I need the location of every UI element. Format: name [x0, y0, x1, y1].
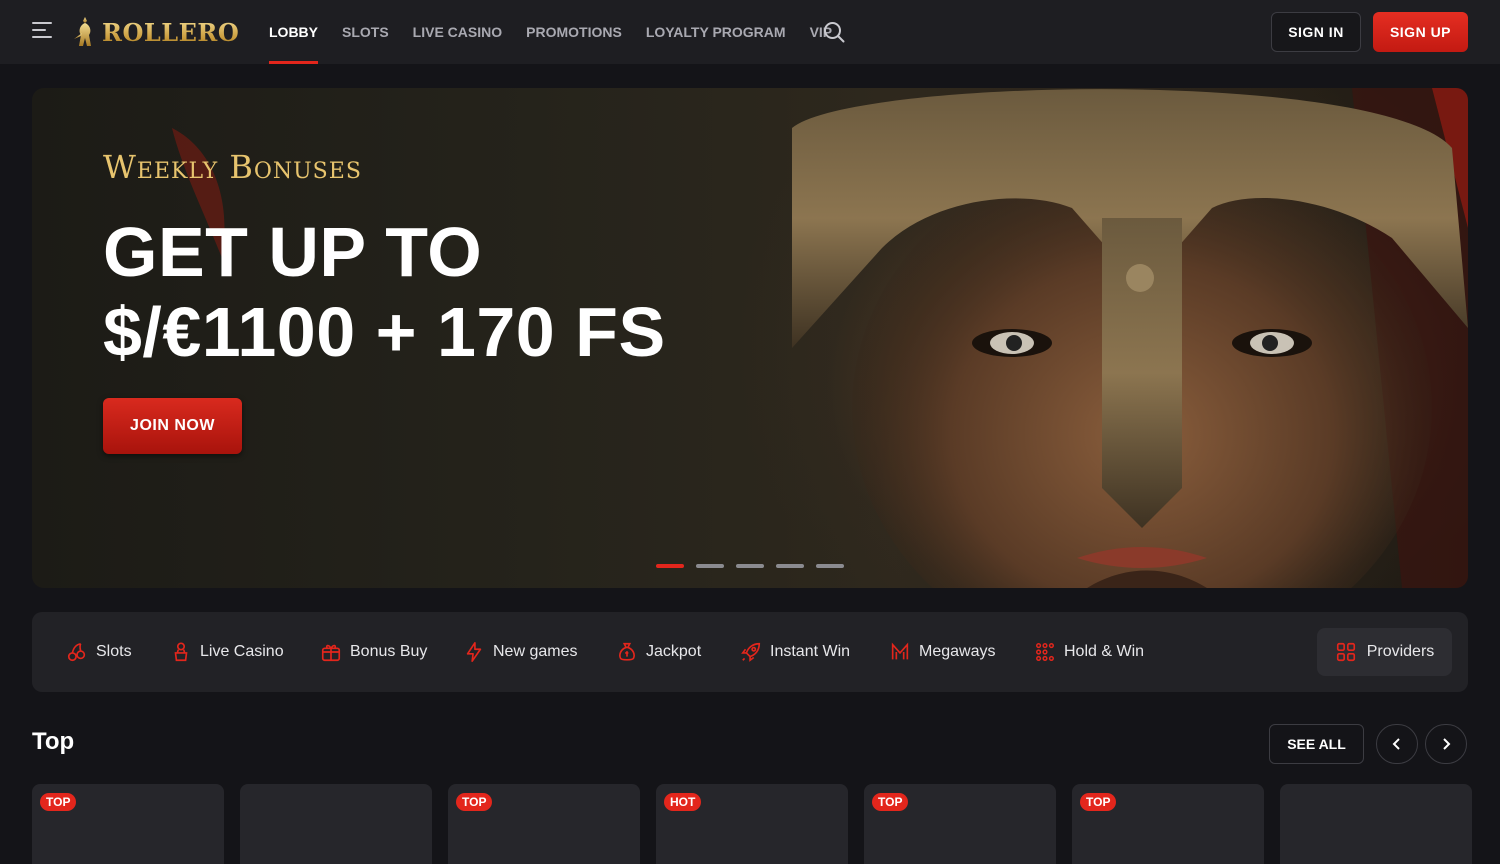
- money-bag-icon: [619, 642, 635, 661]
- main-nav: LOBBY SLOTS LIVE CASINO PROMOTIONS LOYAL…: [269, 0, 832, 64]
- game-card[interactable]: TOP: [1072, 784, 1264, 864]
- game-card[interactable]: HOT: [656, 784, 848, 864]
- section-title: Top: [32, 728, 75, 755]
- providers-button[interactable]: Providers: [1317, 628, 1452, 676]
- game-badge: TOP: [40, 793, 77, 811]
- chevron-right-icon: [1443, 738, 1451, 750]
- category-label: Hold & Win: [1064, 643, 1145, 660]
- logo-figure-icon: [74, 17, 91, 46]
- game-badge: TOP: [1080, 793, 1117, 811]
- carousel-dot[interactable]: [736, 564, 764, 568]
- nav-slots[interactable]: SLOTS: [342, 0, 389, 64]
- logo[interactable]: ROLLERO: [72, 14, 239, 50]
- category-instant-win[interactable]: Instant Win: [740, 636, 850, 668]
- nav-live-casino[interactable]: LIVE CASINO: [413, 0, 502, 64]
- hero-title: GET UP TO $/€1100 + 170 FS: [103, 212, 666, 372]
- category-slots[interactable]: Slots: [66, 636, 132, 668]
- category-label: Instant Win: [770, 643, 851, 660]
- sign-up-button[interactable]: SIGN UP: [1373, 12, 1468, 52]
- category-hold-and-win[interactable]: Hold & Win: [1034, 636, 1144, 668]
- search-icon[interactable]: [822, 20, 846, 44]
- game-card[interactable]: TOP: [32, 784, 224, 864]
- carousel-dot[interactable]: [816, 564, 844, 568]
- chevron-left-icon: [1392, 738, 1400, 750]
- rocket-icon: [741, 642, 761, 662]
- carousel-dots: [656, 564, 844, 568]
- game-badge: HOT: [664, 793, 702, 811]
- see-all-button[interactable]: SEE ALL: [1269, 724, 1364, 764]
- category-bar: Slots Live Casino Bonus Buy New games Ja…: [32, 612, 1468, 692]
- hero-title-line-1: GET UP TO: [103, 213, 483, 291]
- category-megaways[interactable]: Megaways: [889, 636, 995, 668]
- top-bar: ROLLERO LOBBY SLOTS LIVE CASINO PROMOTIO…: [0, 0, 1500, 64]
- carousel-dot[interactable]: [696, 564, 724, 568]
- join-now-button[interactable]: JOIN NOW: [103, 398, 242, 454]
- grid-dots-icon: [1036, 643, 1054, 661]
- nav-lobby[interactable]: LOBBY: [269, 0, 318, 64]
- carousel-dot[interactable]: [656, 564, 684, 568]
- game-badge: TOP: [456, 793, 493, 811]
- category-label: New games: [493, 643, 578, 660]
- logo-text: ROLLERO: [102, 17, 240, 47]
- category-label: Megaways: [919, 643, 996, 660]
- carousel-dot[interactable]: [776, 564, 804, 568]
- providers-label: Providers: [1366, 643, 1435, 660]
- lightning-icon: [466, 642, 482, 662]
- category-label: Slots: [96, 643, 132, 660]
- nav-promotions[interactable]: PROMOTIONS: [526, 0, 622, 64]
- game-card[interactable]: TOP: [448, 784, 640, 864]
- game-badge: TOP: [872, 793, 909, 811]
- dealer-icon: [174, 642, 188, 662]
- category-label: Bonus Buy: [350, 643, 428, 660]
- providers-grid-icon: [1336, 642, 1355, 662]
- prev-arrow-button[interactable]: [1376, 724, 1418, 764]
- megaways-icon: [891, 642, 909, 660]
- next-arrow-button[interactable]: [1425, 724, 1467, 764]
- gift-coin-icon: [321, 644, 341, 662]
- cherries-icon: [67, 642, 86, 662]
- hamburger-menu-icon[interactable]: [32, 22, 56, 42]
- game-card[interactable]: [240, 784, 432, 864]
- sign-in-button[interactable]: SIGN IN: [1271, 12, 1361, 52]
- category-label: Jackpot: [646, 643, 702, 660]
- game-card[interactable]: [1280, 784, 1472, 864]
- category-label: Live Casino: [200, 643, 284, 660]
- hero-banner[interactable]: Weekly Bonuses GET UP TO $/€1100 + 170 F…: [32, 88, 1468, 588]
- category-jackpot[interactable]: Jackpot: [616, 636, 701, 668]
- hero-title-line-2: $/€1100 + 170 FS: [103, 293, 666, 371]
- category-live-casino[interactable]: Live Casino: [170, 636, 284, 668]
- nav-loyalty-program[interactable]: LOYALTY PROGRAM: [646, 0, 786, 64]
- category-bonus-buy[interactable]: Bonus Buy: [320, 636, 427, 668]
- category-new-games[interactable]: New games: [463, 636, 577, 668]
- game-card[interactable]: TOP: [864, 784, 1056, 864]
- hero-subtitle: Weekly Bonuses: [103, 148, 362, 186]
